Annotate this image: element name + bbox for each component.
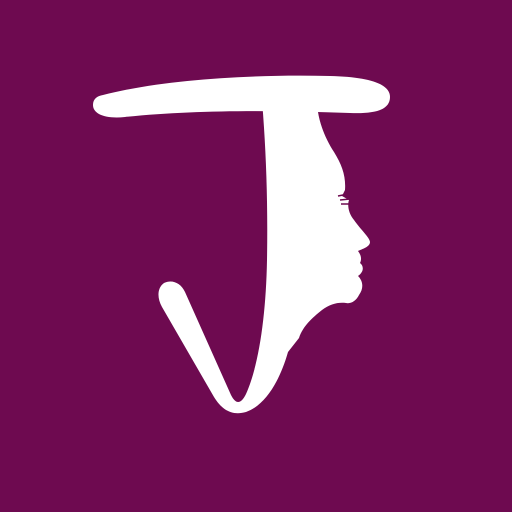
app-icon-canvas bbox=[0, 0, 512, 512]
app-logo bbox=[0, 0, 512, 512]
